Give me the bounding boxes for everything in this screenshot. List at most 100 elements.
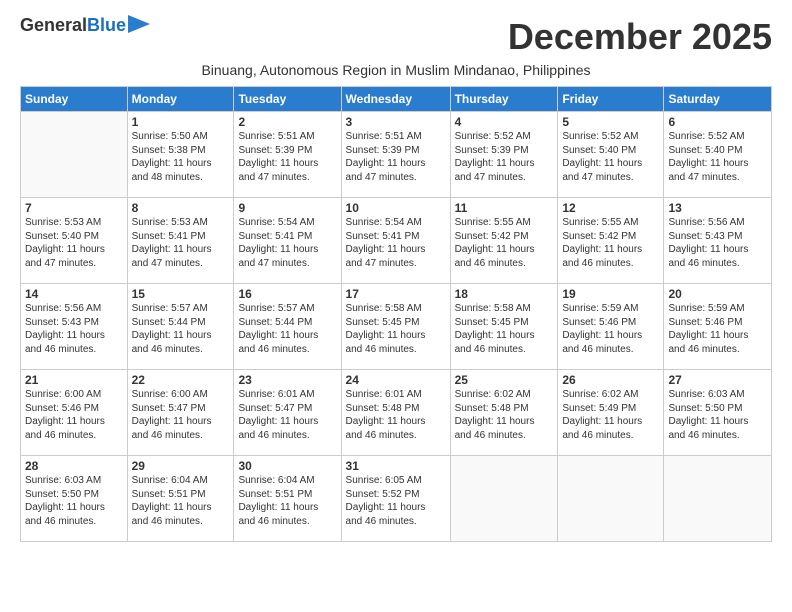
day-info: Sunrise: 6:00 AMSunset: 5:47 PMDaylight:… [132, 388, 230, 442]
day-info: Sunrise: 5:52 AMSunset: 5:40 PMDaylight:… [562, 130, 659, 184]
col-tuesday: Tuesday [234, 87, 341, 112]
calendar-cell: 10Sunrise: 5:54 AMSunset: 5:41 PMDayligh… [341, 198, 450, 284]
week-row-2: 7Sunrise: 5:53 AMSunset: 5:40 PMDaylight… [21, 198, 772, 284]
day-number: 3 [346, 115, 446, 129]
col-monday: Monday [127, 87, 234, 112]
day-info: Sunrise: 6:00 AMSunset: 5:46 PMDaylight:… [25, 388, 123, 442]
calendar-cell: 5Sunrise: 5:52 AMSunset: 5:40 PMDaylight… [558, 112, 664, 198]
day-number: 20 [668, 287, 767, 301]
day-number: 19 [562, 287, 659, 301]
day-number: 29 [132, 459, 230, 473]
day-number: 10 [346, 201, 446, 215]
day-info: Sunrise: 5:53 AMSunset: 5:40 PMDaylight:… [25, 216, 123, 270]
day-info: Sunrise: 5:54 AMSunset: 5:41 PMDaylight:… [238, 216, 336, 270]
day-number: 4 [455, 115, 554, 129]
day-info: Sunrise: 6:04 AMSunset: 5:51 PMDaylight:… [238, 474, 336, 528]
calendar-cell: 17Sunrise: 5:58 AMSunset: 5:45 PMDayligh… [341, 284, 450, 370]
day-number: 13 [668, 201, 767, 215]
day-info: Sunrise: 5:59 AMSunset: 5:46 PMDaylight:… [668, 302, 767, 356]
day-number: 15 [132, 287, 230, 301]
week-row-3: 14Sunrise: 5:56 AMSunset: 5:43 PMDayligh… [21, 284, 772, 370]
week-row-4: 21Sunrise: 6:00 AMSunset: 5:46 PMDayligh… [21, 370, 772, 456]
day-number: 6 [668, 115, 767, 129]
calendar-cell [664, 456, 772, 542]
day-info: Sunrise: 6:01 AMSunset: 5:48 PMDaylight:… [346, 388, 446, 442]
calendar-cell: 19Sunrise: 5:59 AMSunset: 5:46 PMDayligh… [558, 284, 664, 370]
day-number: 12 [562, 201, 659, 215]
day-info: Sunrise: 5:59 AMSunset: 5:46 PMDaylight:… [562, 302, 659, 356]
day-info: Sunrise: 5:56 AMSunset: 5:43 PMDaylight:… [668, 216, 767, 270]
calendar-cell: 31Sunrise: 6:05 AMSunset: 5:52 PMDayligh… [341, 456, 450, 542]
calendar-cell: 27Sunrise: 6:03 AMSunset: 5:50 PMDayligh… [664, 370, 772, 456]
calendar-header-row: Sunday Monday Tuesday Wednesday Thursday… [21, 87, 772, 112]
day-number: 18 [455, 287, 554, 301]
day-info: Sunrise: 5:52 AMSunset: 5:40 PMDaylight:… [668, 130, 767, 184]
day-number: 31 [346, 459, 446, 473]
calendar-cell: 6Sunrise: 5:52 AMSunset: 5:40 PMDaylight… [664, 112, 772, 198]
calendar-cell: 8Sunrise: 5:53 AMSunset: 5:41 PMDaylight… [127, 198, 234, 284]
day-number: 1 [132, 115, 230, 129]
day-number: 14 [25, 287, 123, 301]
day-number: 25 [455, 373, 554, 387]
calendar-cell: 12Sunrise: 5:55 AMSunset: 5:42 PMDayligh… [558, 198, 664, 284]
calendar-cell: 24Sunrise: 6:01 AMSunset: 5:48 PMDayligh… [341, 370, 450, 456]
day-info: Sunrise: 6:02 AMSunset: 5:48 PMDaylight:… [455, 388, 554, 442]
header: GeneralBlue December 2025 [20, 16, 772, 58]
day-info: Sunrise: 5:57 AMSunset: 5:44 PMDaylight:… [132, 302, 230, 356]
week-row-5: 28Sunrise: 6:03 AMSunset: 5:50 PMDayligh… [21, 456, 772, 542]
calendar-cell: 14Sunrise: 5:56 AMSunset: 5:43 PMDayligh… [21, 284, 128, 370]
calendar-cell: 13Sunrise: 5:56 AMSunset: 5:43 PMDayligh… [664, 198, 772, 284]
calendar-cell: 9Sunrise: 5:54 AMSunset: 5:41 PMDaylight… [234, 198, 341, 284]
day-info: Sunrise: 6:05 AMSunset: 5:52 PMDaylight:… [346, 474, 446, 528]
calendar-cell: 1Sunrise: 5:50 AMSunset: 5:38 PMDaylight… [127, 112, 234, 198]
day-info: Sunrise: 5:52 AMSunset: 5:39 PMDaylight:… [455, 130, 554, 184]
day-info: Sunrise: 5:51 AMSunset: 5:39 PMDaylight:… [238, 130, 336, 184]
day-info: Sunrise: 5:56 AMSunset: 5:43 PMDaylight:… [25, 302, 123, 356]
day-number: 27 [668, 373, 767, 387]
calendar-cell: 26Sunrise: 6:02 AMSunset: 5:49 PMDayligh… [558, 370, 664, 456]
day-number: 7 [25, 201, 123, 215]
calendar-cell: 21Sunrise: 6:00 AMSunset: 5:46 PMDayligh… [21, 370, 128, 456]
calendar-cell: 11Sunrise: 5:55 AMSunset: 5:42 PMDayligh… [450, 198, 558, 284]
day-info: Sunrise: 5:51 AMSunset: 5:39 PMDaylight:… [346, 130, 446, 184]
calendar: Sunday Monday Tuesday Wednesday Thursday… [20, 86, 772, 542]
day-info: Sunrise: 6:02 AMSunset: 5:49 PMDaylight:… [562, 388, 659, 442]
calendar-cell: 23Sunrise: 6:01 AMSunset: 5:47 PMDayligh… [234, 370, 341, 456]
day-info: Sunrise: 6:04 AMSunset: 5:51 PMDaylight:… [132, 474, 230, 528]
day-info: Sunrise: 6:03 AMSunset: 5:50 PMDaylight:… [25, 474, 123, 528]
day-info: Sunrise: 5:53 AMSunset: 5:41 PMDaylight:… [132, 216, 230, 270]
week-row-1: 1Sunrise: 5:50 AMSunset: 5:38 PMDaylight… [21, 112, 772, 198]
page: GeneralBlue December 2025 Binuang, Auton… [0, 0, 792, 552]
calendar-cell: 25Sunrise: 6:02 AMSunset: 5:48 PMDayligh… [450, 370, 558, 456]
month-title: December 2025 [508, 16, 772, 58]
calendar-cell: 3Sunrise: 5:51 AMSunset: 5:39 PMDaylight… [341, 112, 450, 198]
day-number: 21 [25, 373, 123, 387]
day-info: Sunrise: 5:58 AMSunset: 5:45 PMDaylight:… [346, 302, 446, 356]
logo-arrow-icon [128, 15, 150, 33]
col-saturday: Saturday [664, 87, 772, 112]
calendar-cell: 16Sunrise: 5:57 AMSunset: 5:44 PMDayligh… [234, 284, 341, 370]
calendar-cell: 7Sunrise: 5:53 AMSunset: 5:40 PMDaylight… [21, 198, 128, 284]
calendar-cell [450, 456, 558, 542]
day-number: 9 [238, 201, 336, 215]
col-thursday: Thursday [450, 87, 558, 112]
day-number: 22 [132, 373, 230, 387]
day-number: 17 [346, 287, 446, 301]
calendar-cell: 18Sunrise: 5:58 AMSunset: 5:45 PMDayligh… [450, 284, 558, 370]
calendar-cell: 20Sunrise: 5:59 AMSunset: 5:46 PMDayligh… [664, 284, 772, 370]
calendar-cell: 4Sunrise: 5:52 AMSunset: 5:39 PMDaylight… [450, 112, 558, 198]
calendar-cell: 29Sunrise: 6:04 AMSunset: 5:51 PMDayligh… [127, 456, 234, 542]
day-number: 5 [562, 115, 659, 129]
subtitle: Binuang, Autonomous Region in Muslim Min… [20, 62, 772, 78]
day-info: Sunrise: 5:58 AMSunset: 5:45 PMDaylight:… [455, 302, 554, 356]
day-number: 11 [455, 201, 554, 215]
logo: GeneralBlue [20, 16, 150, 36]
day-number: 26 [562, 373, 659, 387]
day-info: Sunrise: 5:54 AMSunset: 5:41 PMDaylight:… [346, 216, 446, 270]
day-info: Sunrise: 5:57 AMSunset: 5:44 PMDaylight:… [238, 302, 336, 356]
day-info: Sunrise: 6:03 AMSunset: 5:50 PMDaylight:… [668, 388, 767, 442]
day-info: Sunrise: 5:50 AMSunset: 5:38 PMDaylight:… [132, 130, 230, 184]
calendar-cell [21, 112, 128, 198]
day-number: 23 [238, 373, 336, 387]
col-wednesday: Wednesday [341, 87, 450, 112]
